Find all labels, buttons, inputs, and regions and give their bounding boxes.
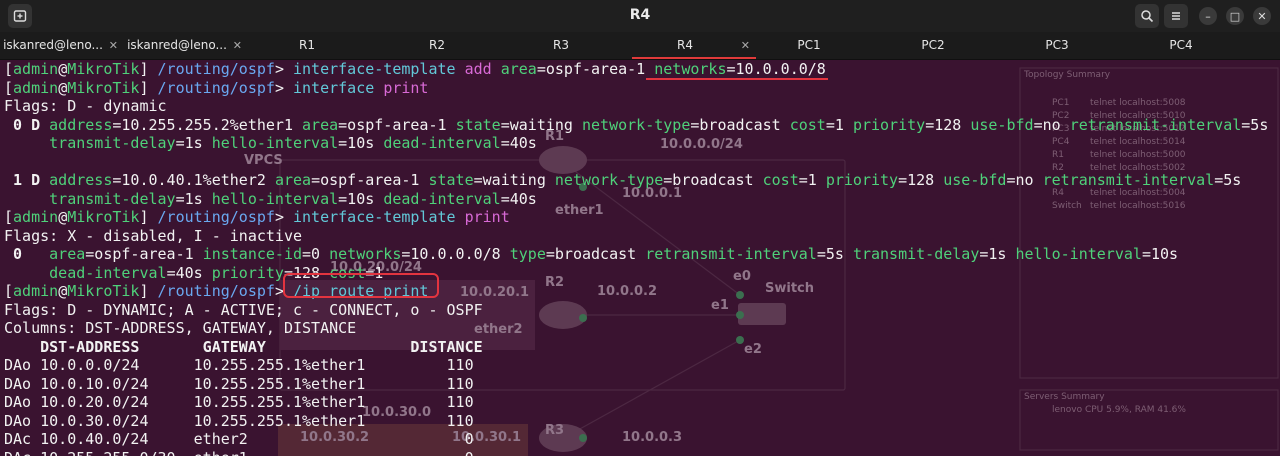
minimize-icon[interactable]: – [1199,7,1217,25]
terminal-output-line: transmit-delay=1s hello-interval=10s dea… [49,134,537,152]
terminal-output-line: 0 D address=10.255.255.2%ether1 area=osp… [4,115,1269,134]
tab-label: R2 [429,38,445,52]
tab-r4[interactable]: R4 ✕ [632,32,756,59]
close-icon[interactable]: ✕ [1253,7,1271,25]
tab-label: PC4 [1169,38,1193,52]
window-title: R4 [629,7,651,23]
networks-underline-annotation [646,78,828,80]
terminal-output-line: DAo 10.0.30.0/24 10.255.255.1%ether1 110 [4,411,474,430]
terminal-output-line: DAc 10.0.40.0/24 ether2 0 [4,430,474,448]
tab-pc4[interactable]: PC4 [1128,32,1252,59]
terminal-output-line: 0 area=ospf-area-1 instance-id=0 network… [4,245,1179,263]
tab-pc2[interactable]: PC2 [880,32,1004,59]
tab-bar: iskanred@leno... ✕ iskanred@leno... ✕ R1… [0,32,1280,60]
tab-pc3[interactable]: PC3 [1004,32,1128,59]
terminal-output-line: Flags: X - disabled, I - inactive [4,226,303,245]
terminal-prompt-line: [admin@MikroTik] /routing/ospf> interfac… [4,208,510,226]
search-icon[interactable] [1135,4,1159,28]
tab-label: PC2 [921,38,945,52]
terminal-output-line: DAo 10.0.20.0/24 10.255.255.1%ether1 110 [4,393,474,411]
tab-label: R4 [677,38,693,52]
tab-r3[interactable]: R3 [508,32,632,59]
tab-iskanred-1[interactable]: iskanred@leno... ✕ [0,32,124,59]
tab-r2[interactable]: R2 [384,32,508,59]
terminal-output-line: 1 D address=10.0.40.1%ether2 area=ospf-a… [4,171,1242,189]
terminal-prompt-line: [admin@MikroTik] /routing/ospf> interfac… [4,60,826,78]
tab-close-icon[interactable]: ✕ [233,32,242,59]
tab-label: iskanred@leno... [127,38,227,52]
maximize-icon[interactable]: □ [1226,7,1244,25]
terminal-output-line: DAo 10.0.10.0/24 10.255.255.1%ether1 110 [4,374,474,393]
terminal-output-line: DAo 10.0.0.0/24 10.255.255.1%ether1 110 [4,356,474,374]
tab-pc1[interactable]: PC1 [756,32,880,59]
menu-icon[interactable] [1164,4,1188,28]
terminal-prompt-line: [admin@MikroTik] /routing/ospf> /ip rout… [4,282,429,300]
tab-label: R3 [553,38,569,52]
terminal-output-line: Flags: D - dynamic [4,97,167,115]
terminal-output: [admin@MikroTik] /routing/ospf> interfac… [4,60,1268,456]
terminal-prompt-line: [admin@MikroTik] /routing/ospf> interfac… [4,78,429,97]
window-titlebar: R4 – □ ✕ [0,0,1280,33]
ip-route-print-box-annotation [283,273,439,298]
tab-close-icon[interactable]: ✕ [109,32,118,59]
tab-label: R1 [299,38,315,52]
tab-r1[interactable]: R1 [248,32,384,59]
tab-iskanred-2[interactable]: iskanred@leno... ✕ [124,32,248,59]
terminal-output-line: transmit-delay=1s hello-interval=10s dea… [49,189,537,208]
active-tab-indicator [632,57,756,59]
terminal-window[interactable]: VPCS R1 R2 R3 Switch ether1 ether2 e0 e1… [0,60,1280,456]
tab-label: PC1 [797,38,821,52]
tab-close-icon[interactable]: ✕ [741,32,750,59]
tab-label: PC3 [1045,38,1069,52]
terminal-output-line: Columns: DST-ADDRESS, GATEWAY, DISTANCE [4,319,357,337]
terminal-output-line: dead-interval=40s priority=128 cost=1 [49,263,384,282]
terminal-output-line: DAc 10.255.255.0/30 ether1 0 [4,449,1268,456]
terminal-output-line: DST-ADDRESS GATEWAY DISTANCE [4,337,483,356]
terminal-output-line: Flags: D - DYNAMIC; A - ACTIVE; c - CONN… [4,300,483,319]
tab-label: iskanred@leno... [3,38,103,52]
